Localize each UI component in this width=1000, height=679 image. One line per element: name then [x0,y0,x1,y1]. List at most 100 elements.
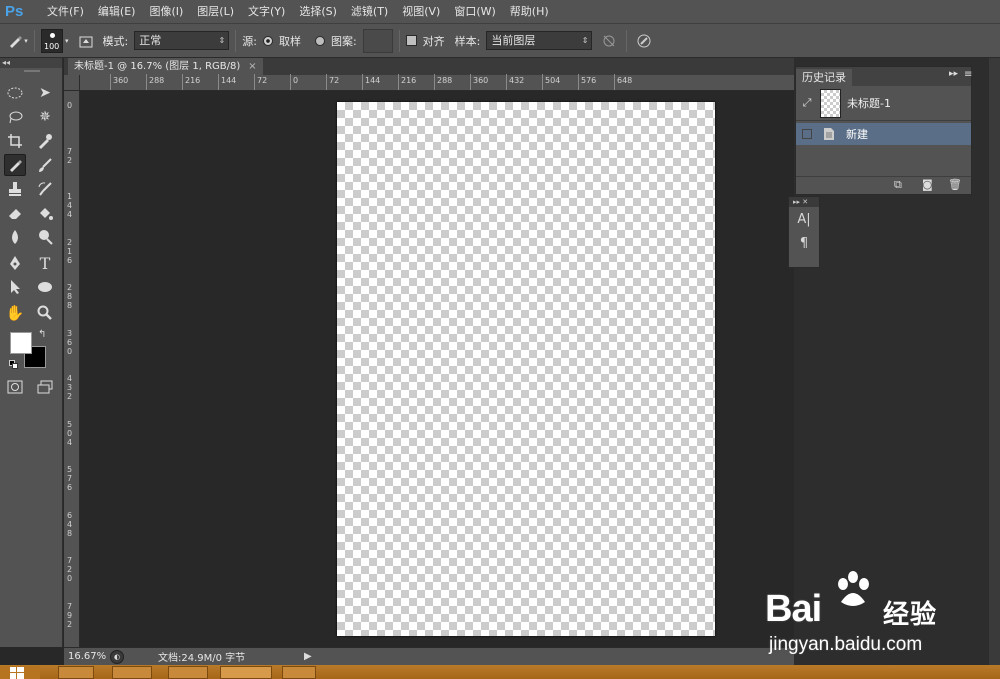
trash-icon[interactable]: 🗑 [948,178,962,191]
blur-drop-icon [12,230,18,244]
history-panel: 历史记录 ▸▸ ≡ ⤢ 未标题-1 新建 ⧉ ◙ 🗑 [795,66,972,195]
status-menu-arrow-icon[interactable]: ▶ [304,651,312,662]
magic-wand-tool[interactable]: ✵ [34,106,56,128]
eyedropper-icon [39,134,52,149]
menu-image[interactable]: 图像(I) [142,0,190,23]
crop-tool[interactable] [4,130,26,152]
history-state-row[interactable]: 新建 [796,123,971,145]
eraser-tool[interactable] [4,202,26,224]
default-colors-icon[interactable] [9,360,18,369]
canvas-area[interactable] [81,91,794,647]
menu-view[interactable]: 视图(V) [395,0,447,23]
ruler-label: 144 [221,76,237,85]
ruler-label: 0 [67,101,73,110]
paragraph-panel-button[interactable]: ¶ [789,231,819,255]
taskbar-photoshop[interactable] [220,666,272,679]
swap-colors-icon[interactable]: ↰ [38,329,46,340]
move-tool[interactable]: ➤ [34,82,56,104]
screen-mode-icon [37,380,53,394]
ellipse-shape-tool[interactable] [34,276,56,298]
menu-layer[interactable]: 图层(L) [190,0,241,23]
status-info-icon[interactable]: ◐ [110,649,124,664]
document-tab[interactable]: 未标题-1 @ 16.7% (图层 1, RGB/8) × [68,58,263,75]
camera-icon[interactable]: ◙ [922,178,933,191]
foreground-color-swatch[interactable] [10,332,32,354]
history-brush-tool[interactable] [34,178,56,200]
menu-type[interactable]: 文字(Y) [241,0,292,23]
pen-tool[interactable] [4,252,26,274]
transparent-document-canvas[interactable] [337,102,715,636]
quick-mask-button[interactable] [4,376,26,398]
ruler-label: 144 [67,192,73,219]
ruler-label: 216 [401,76,417,85]
spot-healing-brush-tool[interactable] [4,154,26,176]
collapse-panel-icon[interactable]: ▸▸ [949,69,958,79]
eraser-icon [9,209,21,219]
menu-help[interactable]: 帮助(H) [503,0,556,23]
pattern-picker[interactable] [362,28,393,53]
ruler-tick [290,74,291,90]
lasso-tool[interactable] [4,106,26,128]
pattern-radio[interactable] [314,35,325,46]
snapshot-label: 未标题-1 [847,97,891,110]
menu-select[interactable]: 选择(S) [292,0,344,23]
sample-dropdown[interactable]: 当前图层 ⇕ [486,31,593,50]
menu-file[interactable]: 文件(F) [40,0,91,23]
type-tool[interactable]: T [34,252,56,274]
new-document-from-state-icon[interactable]: ⧉ [894,178,902,192]
history-brush-source-icon[interactable]: ⤢ [796,96,818,110]
screen-mode-button[interactable] [34,376,56,398]
blur-tool[interactable] [4,226,26,248]
ruler-origin[interactable] [64,75,80,91]
dodge-tool[interactable] [34,226,56,248]
zoom-level[interactable]: 16.67% [64,651,110,662]
taskbar-explorer[interactable] [112,666,152,679]
ignore-adjustment-layers-button[interactable] [598,30,620,52]
history-tab[interactable]: 历史记录 [796,69,852,86]
menu-edit[interactable]: 编辑(E) [91,0,143,23]
ruler-label: 360 [473,76,489,85]
ruler-label: 0 [293,76,299,85]
taskbar-ie[interactable] [58,666,94,679]
eyedropper-tool[interactable] [34,130,56,152]
brush-picker[interactable]: 100 ▾ [41,28,69,53]
ruler-label: 576 [581,76,597,85]
menu-filter[interactable]: 滤镜(T) [344,0,395,23]
menu-window[interactable]: 窗口(W) [447,0,502,23]
tool-preset-picker[interactable]: ▾ [6,30,28,52]
ruler-label: 432 [509,76,525,85]
marquee-tool[interactable] [4,82,26,104]
tools-panel-header[interactable]: ◂◂ [0,58,62,68]
move-icon: ➤ [39,85,51,101]
path-selection-tool[interactable] [4,276,26,298]
separator [626,29,628,52]
vertical-ruler[interactable]: 0 72 144 216 288 360 432 504 576 648 720 792 [64,91,80,647]
character-panel-button[interactable]: A| [789,207,819,231]
mini-panel-header[interactable]: ▸▸ ✕ [789,197,819,207]
mode-dropdown[interactable]: 正常 ⇕ [134,31,230,50]
aligned-checkbox[interactable] [405,35,417,46]
ruler-label: 72 [67,146,73,165]
watermark-url: jingyan.baidu.com [769,634,923,655]
dock-scrollbar[interactable] [989,58,1000,665]
ruler-tick [326,74,327,90]
ruler-label: 288 [149,76,165,85]
pressure-size-button[interactable] [633,30,655,52]
start-button[interactable] [0,666,40,679]
panel-menu-icon[interactable]: ≡ [964,69,972,80]
hand-tool[interactable]: ✋ [4,302,26,324]
ruler-label: 792 [67,601,73,629]
paint-bucket-tool[interactable] [34,202,56,224]
history-source-box[interactable] [802,129,812,139]
close-icon[interactable]: × [248,61,256,72]
taskbar-app[interactable] [168,666,208,679]
clone-stamp-tool[interactable] [4,178,26,200]
horizontal-ruler[interactable]: 360 288 216 144 72 0 72 144 216 288 360 432 504 576 64… [80,74,794,91]
taskbar-window[interactable] [282,666,316,679]
sampled-radio[interactable] [262,35,273,46]
history-snapshot-row[interactable]: ⤢ 未标题-1 [796,86,971,121]
brush-panel-button[interactable] [75,30,97,52]
zoom-tool[interactable] [34,302,56,324]
grip-handle[interactable] [24,70,40,72]
brush-tool[interactable] [34,154,56,176]
